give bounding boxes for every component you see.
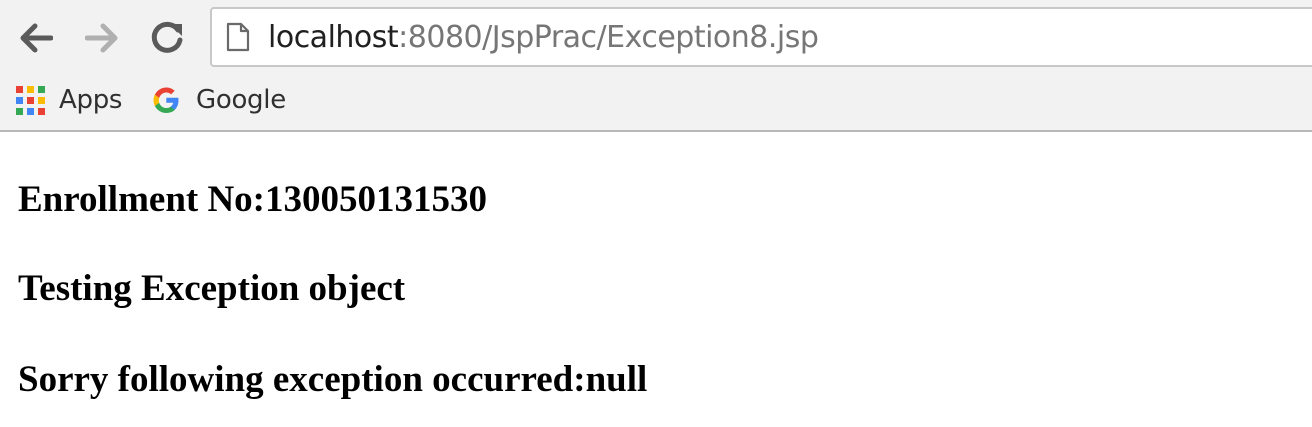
back-arrow-icon [20, 23, 53, 53]
bookmark-google-label: Google [196, 85, 286, 115]
bookmarks-bar: Apps Google [0, 78, 1312, 122]
reload-icon [151, 21, 183, 53]
apps-grid-dot [27, 96, 34, 104]
apps-grid-dot [38, 107, 45, 115]
google-g-icon [153, 87, 179, 113]
forward-button[interactable] [80, 16, 124, 60]
apps-grid-icon [16, 85, 45, 115]
reload-button[interactable] [145, 16, 189, 60]
apps-grid-dot [16, 85, 23, 93]
bookmark-google[interactable]: Google [150, 78, 286, 122]
forward-arrow-icon [85, 23, 118, 53]
apps-grid-dot [16, 96, 23, 104]
bookmark-apps-label: Apps [59, 85, 123, 115]
page-icon [226, 22, 250, 52]
browser-window: localhost:8080/JspPrac/Exception8.jsp Ap… [0, 0, 1312, 427]
enrollment-heading: Enrollment No:130050131530 [18, 179, 488, 220]
bookmark-apps[interactable]: Apps [16, 78, 122, 122]
apps-grid-dot [38, 96, 45, 104]
url-host: localhost [268, 20, 399, 55]
page-content: Enrollment No:130050131530 Testing Excep… [18, 132, 1312, 427]
apps-grid-dot [38, 85, 45, 93]
apps-grid-dot [16, 107, 23, 115]
apps-grid-dot [27, 85, 34, 93]
apps-grid-dot [27, 107, 34, 115]
testing-heading: Testing Exception object [18, 268, 406, 309]
address-bar[interactable]: localhost:8080/JspPrac/Exception8.jsp [210, 7, 1312, 67]
url-text[interactable]: localhost:8080/JspPrac/Exception8.jsp [268, 20, 819, 56]
exception-message: Sorry following exception occurred:null [18, 359, 648, 400]
url-path: :8080/JspPrac/Exception8.jsp [398, 20, 819, 55]
browser-toolbar: localhost:8080/JspPrac/Exception8.jsp Ap… [0, 0, 1312, 132]
back-button[interactable] [14, 16, 58, 60]
